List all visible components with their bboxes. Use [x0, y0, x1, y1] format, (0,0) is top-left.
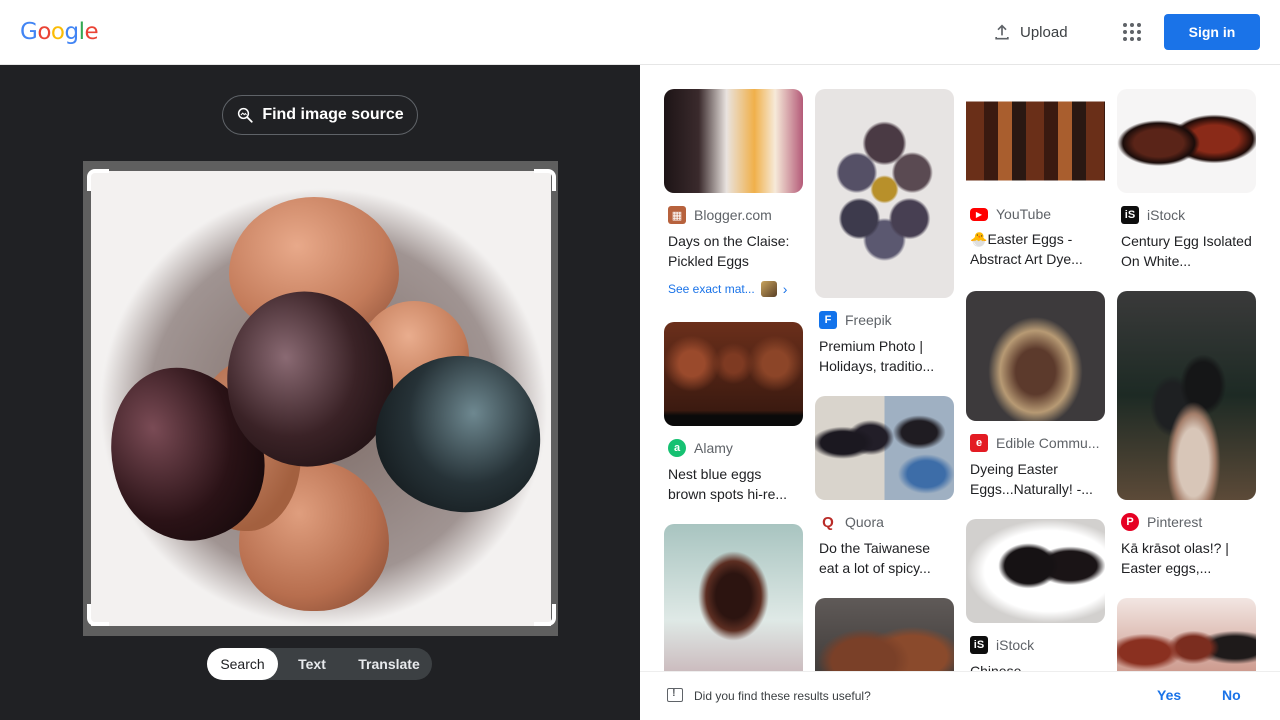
result-thumbnail[interactable] [1117, 598, 1256, 671]
result-thumbnail[interactable] [966, 89, 1105, 193]
result-thumbnail[interactable] [966, 291, 1105, 421]
image-search-icon [238, 107, 253, 123]
apps-grid-icon[interactable] [1120, 20, 1144, 44]
result-title[interactable]: Century Egg Isolated On White... [1121, 231, 1255, 271]
result-thumbnail[interactable] [664, 89, 803, 193]
find-image-source-label: Find image source [262, 106, 404, 123]
query-image-frame[interactable] [83, 161, 558, 636]
logo-letter: e [84, 19, 99, 45]
result-card[interactable]: iS iStock Chinese [966, 519, 1105, 671]
result-card[interactable] [1117, 598, 1256, 671]
result-card[interactable]: a Alamy Nest blue eggs brown spots hi-re.… [664, 322, 803, 504]
result-thumbnail[interactable] [664, 322, 803, 426]
result-source: Blogger.com [694, 207, 772, 223]
result-title[interactable]: Dyeing Easter Eggs...Naturally! -... [970, 459, 1104, 499]
crop-handle-top-left[interactable] [87, 169, 109, 191]
feedback-icon [667, 687, 683, 702]
result-thumbnail[interactable] [815, 89, 954, 298]
istock-icon: iS [1121, 206, 1139, 224]
crop-handle-bottom-left[interactable] [87, 604, 109, 626]
result-card[interactable]: e Edible Commu... Dyeing Easter Eggs...Na… [966, 291, 1105, 499]
visual-matches-grid: ▦ Blogger.com Days on the Claise: Pickled… [640, 65, 1280, 671]
logo-letter: g [64, 19, 79, 45]
result-title[interactable]: Nest blue eggs brown spots hi-re... [668, 464, 802, 504]
feedback-bar: Did you find these results useful? Yes N… [640, 671, 1280, 720]
result-source: Quora [845, 514, 884, 530]
sign-in-button[interactable]: Sign in [1164, 14, 1260, 50]
tab-translate[interactable]: Translate [346, 648, 432, 680]
exact-match-thumb [760, 281, 777, 297]
result-source: iStock [996, 637, 1035, 653]
upload-icon [995, 24, 1009, 40]
result-thumbnail[interactable] [1117, 291, 1256, 500]
query-image [91, 171, 551, 626]
quora-icon: Q [819, 513, 837, 531]
result-card[interactable]: F Freepik Premium Photo | Holidays, tradi… [815, 89, 954, 376]
pinterest-icon: P [1121, 513, 1139, 531]
result-card[interactable]: ▶ YouTube 🐣Easter Eggs - Abstract Art Dye… [966, 89, 1105, 269]
egg-emoji-icon: 🐣 [970, 231, 988, 247]
result-card[interactable]: ▦ Blogger.com Days on the Claise: Pickled… [664, 89, 803, 297]
crop-handle-top-right[interactable] [534, 169, 556, 191]
logo-letter: o [50, 19, 65, 45]
result-card[interactable]: Q Quora Do the Taiwanese eat a lot of spi… [815, 396, 954, 578]
result-source: Edible Commu... [996, 435, 1100, 451]
result-source: Alamy [694, 440, 733, 456]
google-logo[interactable]: Google [20, 16, 99, 48]
tab-search[interactable]: Search [207, 648, 278, 680]
feedback-question: Did you find these results useful? [694, 689, 871, 703]
tab-text[interactable]: Text [278, 648, 346, 680]
see-exact-matches-link[interactable]: See exact mat... › [668, 281, 803, 297]
result-source: YouTube [996, 206, 1052, 222]
result-thumbnail[interactable] [815, 396, 954, 500]
chevron-right-icon: › [782, 281, 788, 297]
result-source: Freepik [845, 312, 892, 328]
edible-icon: e [970, 434, 988, 452]
result-thumbnail[interactable] [664, 524, 803, 671]
result-title[interactable]: Do the Taiwanese eat a lot of spicy... [819, 538, 953, 578]
result-title[interactable]: Premium Photo | Holidays, traditio... [819, 336, 953, 376]
result-card[interactable]: P Pinterest Kā krāsot olas!? | Easter egg… [1117, 291, 1256, 578]
lens-mode-tabs: Search Text Translate [207, 648, 432, 680]
feedback-yes-button[interactable]: Yes [1157, 687, 1181, 703]
freepik-icon: F [819, 311, 837, 329]
upload-label: Upload [1020, 23, 1068, 41]
result-card[interactable]: iS iStock Century Egg Isolated On White..… [1117, 89, 1256, 271]
feedback-no-button[interactable]: No [1222, 687, 1241, 703]
result-title[interactable]: 🐣Easter Eggs - Abstract Art Dye... [970, 229, 1104, 269]
logo-letter: G [20, 19, 38, 45]
result-thumbnail[interactable] [815, 598, 954, 671]
result-title[interactable]: Kā krāsot olas!? | Easter eggs,... [1121, 538, 1255, 578]
header: Google Upload Sign in [0, 0, 1280, 65]
result-source: iStock [1147, 207, 1186, 223]
crop-handle-bottom-right[interactable] [534, 604, 556, 626]
lens-panel: Find image source Search Text Translate [0, 65, 640, 720]
istock-icon: iS [970, 636, 988, 654]
result-source: Pinterest [1147, 514, 1203, 530]
blogger-icon: ▦ [668, 206, 686, 224]
result-card[interactable] [664, 524, 803, 671]
result-title[interactable]: Days on the Claise: Pickled Eggs [668, 231, 802, 271]
result-thumbnail[interactable] [1117, 89, 1256, 193]
upload-button[interactable]: Upload [992, 20, 1068, 44]
logo-letter: o [37, 19, 51, 45]
result-thumbnail[interactable] [966, 519, 1105, 623]
find-image-source-button[interactable]: Find image source [222, 95, 418, 135]
alamy-icon: a [668, 439, 686, 457]
youtube-icon: ▶ [970, 207, 988, 221]
result-title[interactable]: Chinese [970, 661, 1104, 671]
result-card[interactable] [815, 598, 954, 671]
